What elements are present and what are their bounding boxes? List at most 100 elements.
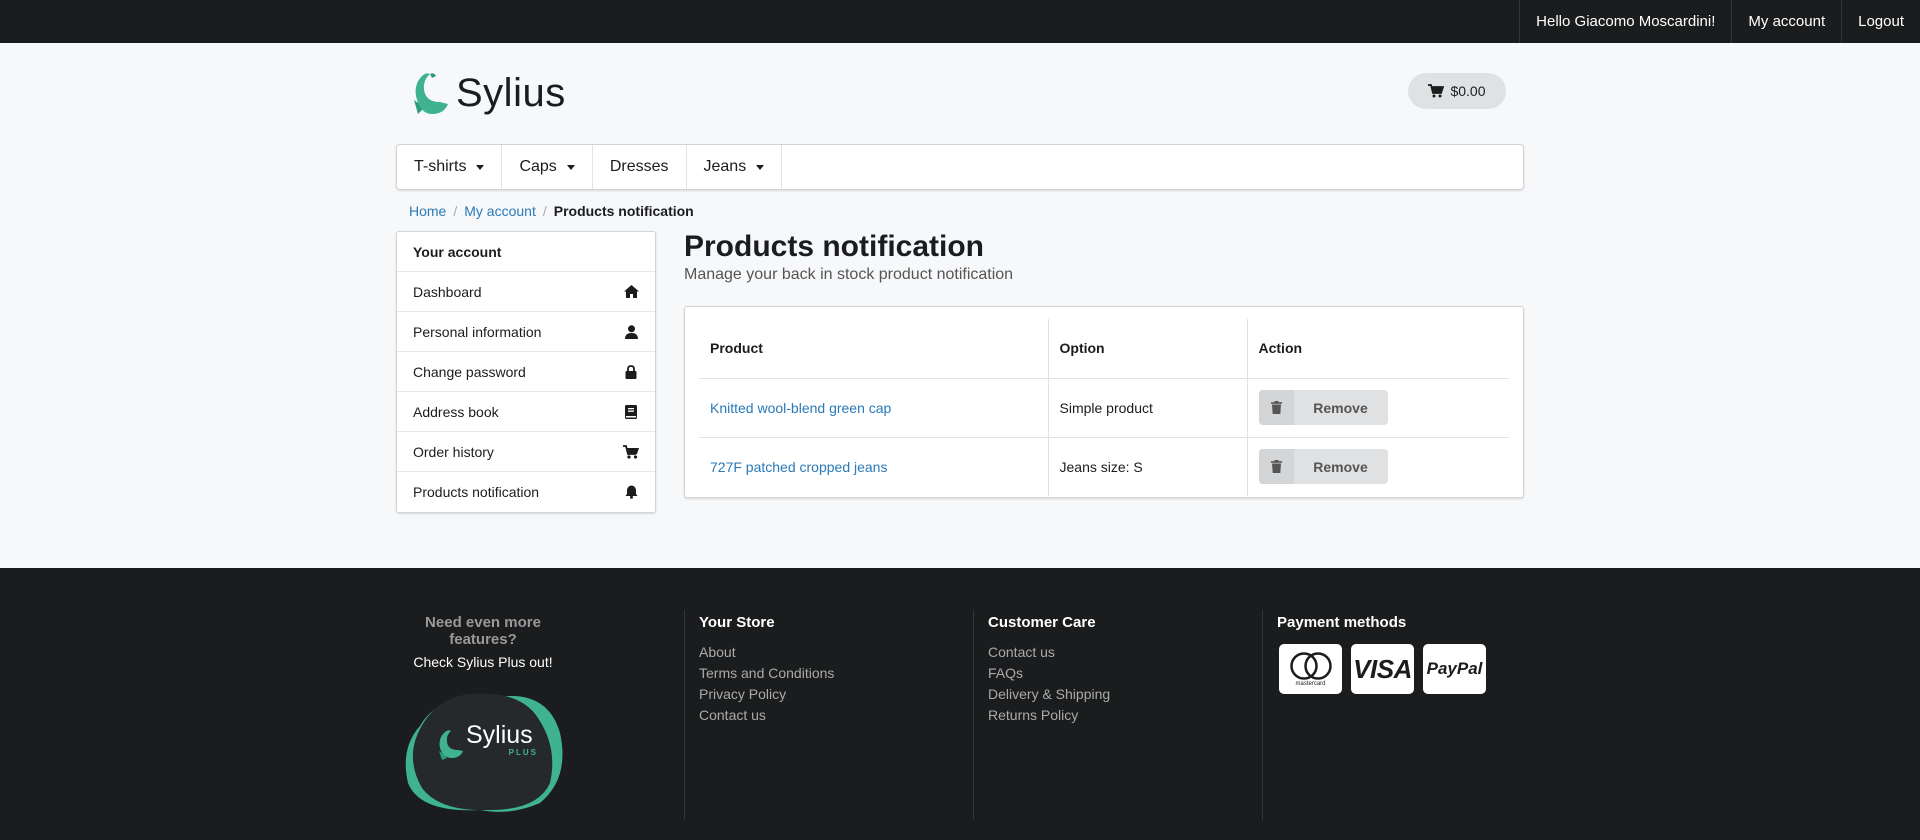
sidebar-item-dashboard[interactable]: Dashboard bbox=[397, 272, 655, 312]
header: Sylius $0.00 bbox=[396, 43, 1524, 144]
menu-item-jeans[interactable]: Jeans bbox=[687, 145, 783, 189]
main-content: Products notification Manage your back i… bbox=[684, 231, 1524, 513]
footer-store-title: Your Store bbox=[699, 614, 775, 631]
sidebar-title: Your account bbox=[397, 232, 655, 272]
visa-icon: VISA bbox=[1351, 644, 1414, 694]
action-cell: Remove bbox=[1247, 437, 1509, 496]
footer-payment-title: Payment methods bbox=[1277, 614, 1407, 631]
plus-logo-text-group: Sylius PLUS bbox=[466, 722, 556, 762]
breadcrumb-divider: / bbox=[453, 203, 458, 219]
product-link[interactable]: Knitted wool-blend green cap bbox=[710, 400, 891, 416]
table-header-row: Product Option Action bbox=[699, 319, 1509, 379]
promo-title: Need even more features? bbox=[425, 614, 541, 648]
page-title: Products notification bbox=[684, 230, 984, 263]
column-header-action: Action bbox=[1247, 319, 1509, 379]
sidebar-item-label: Personal information bbox=[413, 323, 542, 340]
cart-icon bbox=[1428, 84, 1445, 98]
menu-item-label: Jeans bbox=[703, 158, 747, 175]
footer-link-contact-us[interactable]: Contact us bbox=[988, 644, 1262, 660]
paypal-label: PayPal bbox=[1426, 659, 1483, 678]
book-icon bbox=[623, 404, 639, 420]
column-header-option: Option bbox=[1048, 319, 1248, 379]
sidebar-item-address-book[interactable]: Address book bbox=[397, 392, 655, 432]
footer-link-about[interactable]: About bbox=[699, 644, 973, 660]
bell-icon bbox=[623, 484, 639, 500]
breadcrumb-my-account[interactable]: My account bbox=[464, 203, 536, 219]
footer-link-returns[interactable]: Returns Policy bbox=[988, 707, 1262, 723]
breadcrumb-home[interactable]: Home bbox=[409, 203, 446, 219]
sidebar-item-personal-information[interactable]: Personal information bbox=[397, 312, 655, 352]
menu-item-label: Dresses bbox=[609, 158, 669, 175]
footer-payment-methods: Payment methods mastercard VISA PayPal bbox=[1263, 610, 1524, 820]
cart-button[interactable]: $0.00 bbox=[1408, 73, 1506, 109]
footer-link-contact[interactable]: Contact us bbox=[699, 707, 973, 723]
footer-link-terms[interactable]: Terms and Conditions bbox=[699, 665, 973, 681]
logo-text: Sylius bbox=[456, 70, 566, 115]
visa-label: VISA bbox=[1353, 653, 1412, 684]
cart-total: $0.00 bbox=[1450, 83, 1486, 99]
product-link[interactable]: 727F patched cropped jeans bbox=[710, 459, 887, 475]
home-icon bbox=[623, 284, 639, 300]
product-cell: Knitted wool-blend green cap bbox=[699, 378, 1049, 438]
footer-link-privacy[interactable]: Privacy Policy bbox=[699, 686, 973, 702]
table-row: 727F patched cropped jeans Jeans size: S… bbox=[699, 437, 1509, 496]
product-cell: 727F patched cropped jeans bbox=[699, 437, 1049, 496]
my-account-link[interactable]: My account bbox=[1731, 0, 1841, 43]
account-sidebar: Your account Dashboard Personal informat… bbox=[396, 231, 656, 513]
promo-subtitle: Check Sylius Plus out! bbox=[413, 654, 553, 670]
mastercard-label: mastercard bbox=[1295, 680, 1326, 687]
mastercard-icon: mastercard bbox=[1279, 644, 1342, 694]
sidebar-item-label: Dashboard bbox=[413, 283, 482, 300]
caret-down-icon bbox=[566, 164, 575, 170]
greeting-text: Hello Giacomo Moscardini! bbox=[1519, 0, 1731, 43]
paypal-icon: PayPal bbox=[1423, 644, 1486, 694]
option-cell: Jeans size: S bbox=[1048, 437, 1248, 496]
lock-icon bbox=[623, 364, 639, 380]
table-row: Knitted wool-blend green cap Simple prod… bbox=[699, 378, 1509, 438]
user-icon bbox=[623, 324, 639, 340]
page-subtitle: Manage your back in stock product notifi… bbox=[684, 266, 1014, 283]
sidebar-item-order-history[interactable]: Order history bbox=[397, 432, 655, 472]
remove-button[interactable]: Remove bbox=[1258, 449, 1388, 485]
footer-link-faqs[interactable]: FAQs bbox=[988, 665, 1262, 681]
cart-icon bbox=[623, 444, 639, 460]
remove-button[interactable]: Remove bbox=[1258, 390, 1388, 425]
footer-customer-care: Customer Care Contact us FAQs Delivery &… bbox=[974, 610, 1263, 820]
sylius-logo-icon bbox=[414, 73, 448, 114]
option-cell: Simple product bbox=[1048, 378, 1248, 438]
sidebar-item-label: Change password bbox=[413, 363, 526, 380]
top-bar: Hello Giacomo Moscardini! My account Log… bbox=[0, 0, 1920, 43]
plus-logo-badge: PLUS bbox=[508, 748, 538, 757]
caret-down-icon bbox=[476, 164, 485, 170]
menu-item-tshirts[interactable]: T-shirts bbox=[397, 145, 503, 189]
sidebar-item-label: Products notification bbox=[413, 484, 540, 500]
breadcrumb-current: Products notification bbox=[553, 203, 694, 219]
footer-promo: Need even more features? Check Sylius Pl… bbox=[396, 610, 685, 820]
footer-link-delivery[interactable]: Delivery & Shipping bbox=[988, 686, 1262, 702]
remove-button-label: Remove bbox=[1313, 458, 1368, 475]
breadcrumb: Home / My account / Products notificatio… bbox=[396, 202, 1524, 220]
footer: Need even more features? Check Sylius Pl… bbox=[0, 568, 1920, 840]
notifications-panel: Product Option Action Knitted wool-blend… bbox=[684, 306, 1524, 498]
main-menu: T-shirts Caps Dresses Jeans bbox=[396, 144, 1524, 190]
footer-care-title: Customer Care bbox=[988, 614, 1096, 631]
menu-item-label: T-shirts bbox=[414, 158, 467, 175]
trash-icon bbox=[1258, 449, 1294, 485]
sidebar-item-products-notification[interactable]: Products notification bbox=[397, 472, 655, 512]
sidebar-item-label: Order history bbox=[413, 443, 494, 460]
breadcrumb-divider: / bbox=[542, 203, 547, 219]
action-cell: Remove bbox=[1247, 378, 1509, 438]
menu-item-dresses[interactable]: Dresses bbox=[593, 145, 687, 189]
caret-down-icon bbox=[756, 164, 765, 170]
menu-item-caps[interactable]: Caps bbox=[502, 145, 593, 189]
sidebar-item-label: Address book bbox=[413, 403, 499, 420]
remove-button-label: Remove bbox=[1313, 399, 1368, 416]
menu-item-label: Caps bbox=[519, 158, 557, 175]
plus-logo-text: Sylius bbox=[466, 721, 533, 749]
logout-link[interactable]: Logout bbox=[1841, 0, 1920, 43]
sidebar-item-change-password[interactable]: Change password bbox=[397, 352, 655, 392]
notifications-table: Product Option Action Knitted wool-blend… bbox=[699, 319, 1509, 496]
column-header-product: Product bbox=[699, 319, 1049, 379]
footer-your-store: Your Store About Terms and Conditions Pr… bbox=[685, 610, 974, 820]
site-logo[interactable]: Sylius bbox=[410, 70, 566, 116]
